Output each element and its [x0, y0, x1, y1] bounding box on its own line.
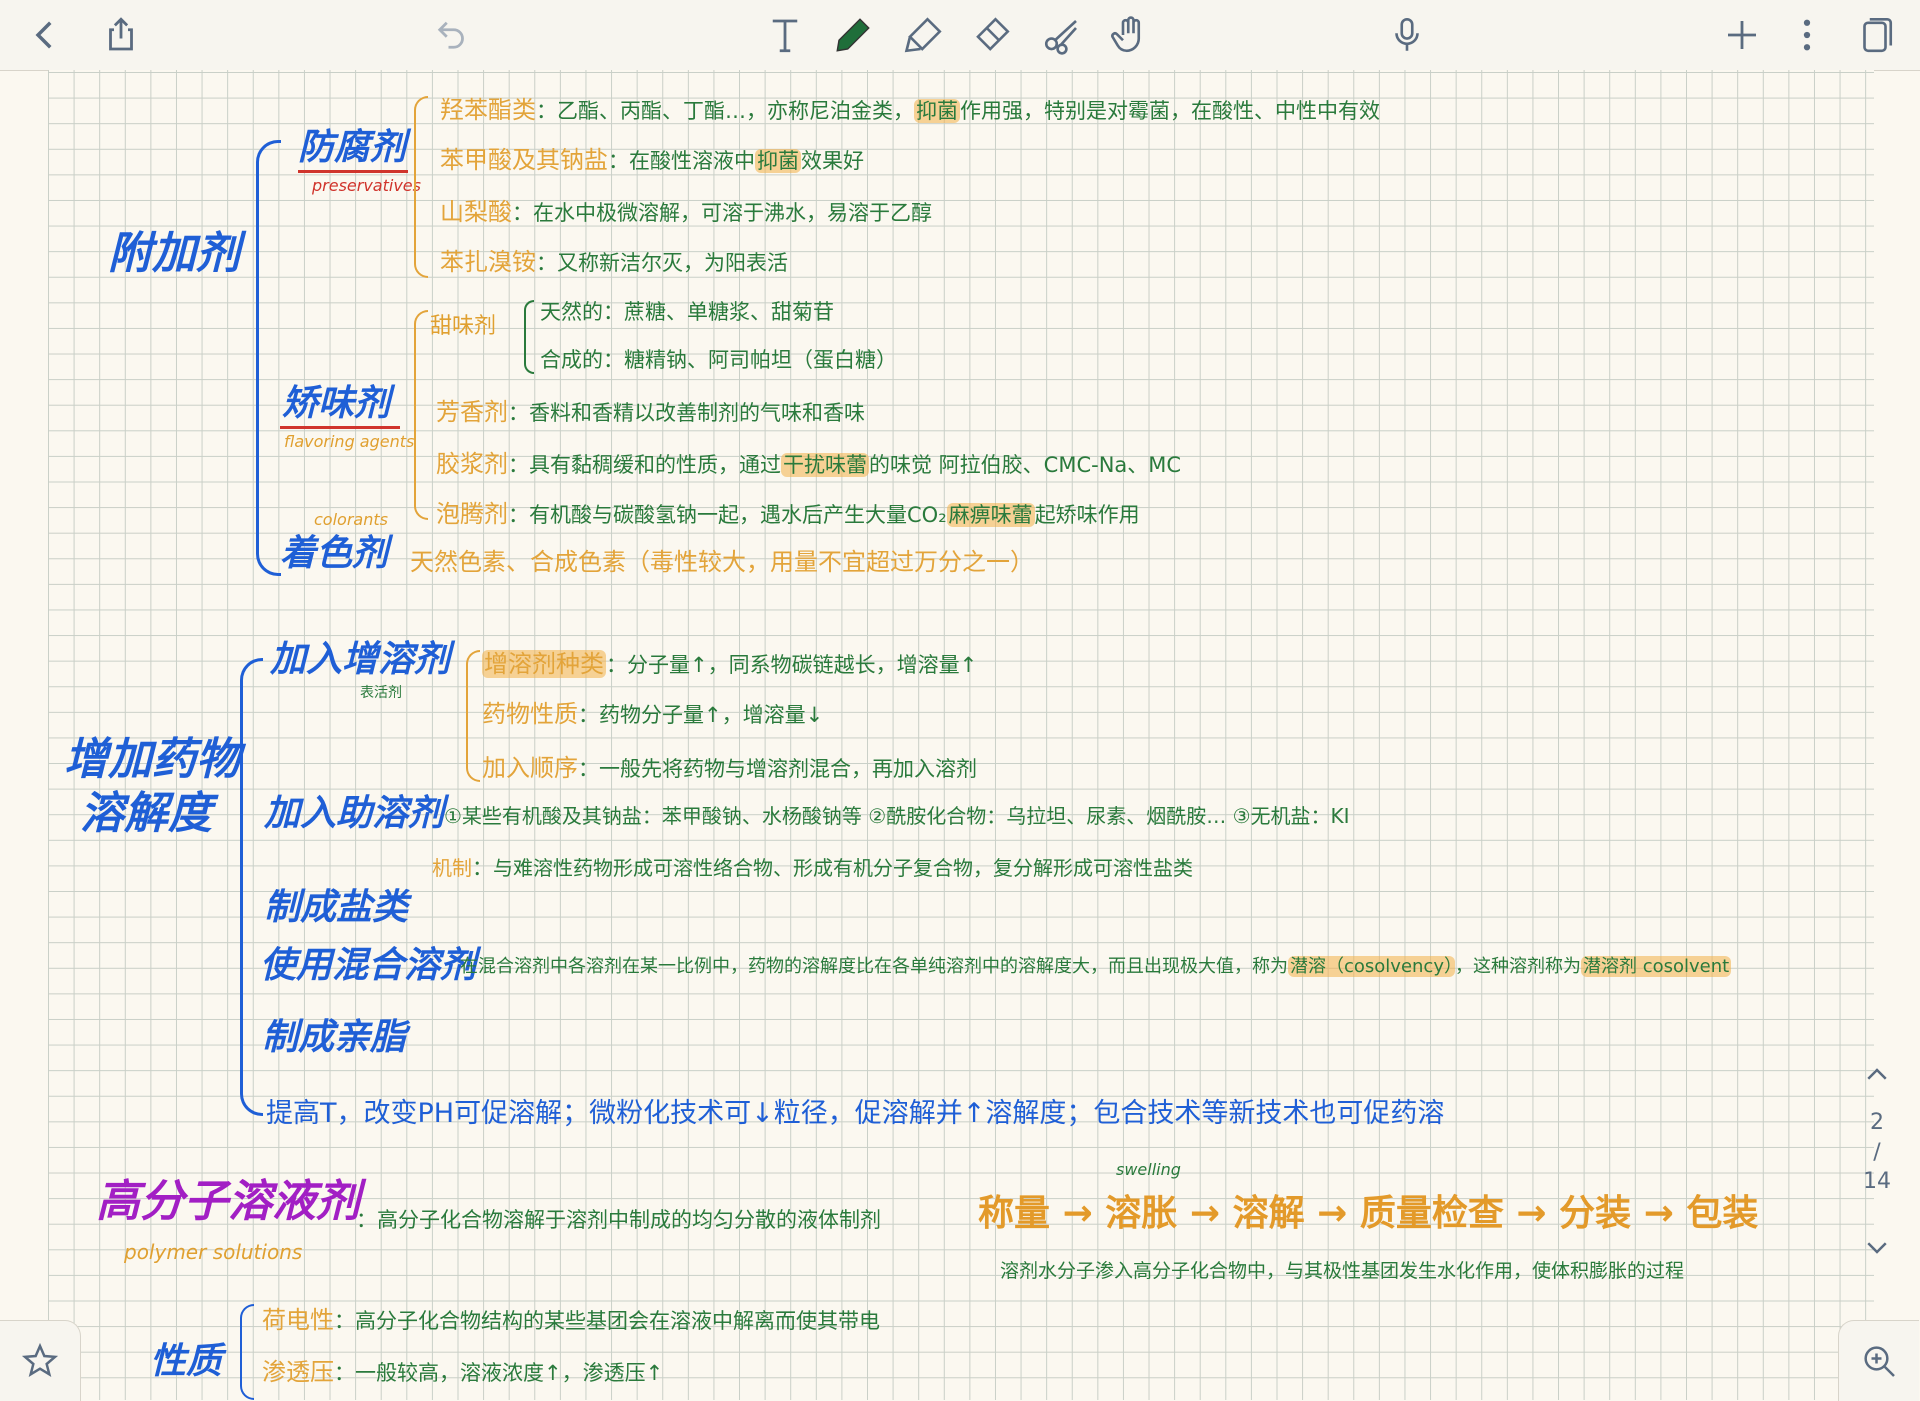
ester-title: 制成亲脂	[262, 1017, 407, 1058]
flow-arrow: →	[1643, 1193, 1674, 1234]
swelling-label: swelling	[1116, 1160, 1181, 1179]
flow-step: 溶解	[1232, 1193, 1305, 1234]
flavoring-brace	[414, 310, 428, 520]
microphone-icon[interactable]	[1380, 8, 1434, 62]
property-item-2: 渗透压：一般较高，溶液浓度↑，渗透压↑	[262, 1358, 664, 1386]
swelling-note: 溶剂水分子渗入高分子化合物中，与其极性基团发生水化作用，使体积膨胀的过程	[1000, 1260, 1685, 1282]
preservative-item-2: 苯甲酸及其钠盐：在酸性溶液中抑菌效果好	[440, 146, 864, 174]
solubilizer-brace	[466, 650, 480, 782]
page-down-icon[interactable]	[1862, 1232, 1892, 1262]
page-current: 2	[1870, 1110, 1884, 1135]
property-item-1: 荷电性：高分子化合物结构的某些基团会在溶液中解离而使其带电	[262, 1306, 880, 1334]
page-up-icon[interactable]	[1862, 1060, 1892, 1090]
flavoring-item-3: 泡腾剂：有机酸与碳酸氢钠一起，遇水后产生大量CO₂麻痹味蕾起矫味作用	[436, 500, 1140, 528]
sweetener-synthetic: 合成的：糖精钠、阿司帕坦（蛋白糖）	[540, 348, 897, 372]
cosolubilizer-mechanism: 机制：与难溶性药物形成可溶性络合物、形成有机分子复合物，复分解形成可溶性盐类	[432, 856, 1193, 880]
solubility-title-1: 增加药物	[64, 734, 240, 785]
add-icon[interactable]	[1715, 8, 1769, 62]
sweetener-brace	[524, 300, 534, 374]
zoom-in-icon	[1864, 1346, 1895, 1377]
colorants-en: colorants	[314, 510, 388, 529]
solubility-title-2: 溶解度	[80, 788, 212, 839]
back-icon[interactable]	[18, 8, 72, 62]
top-toolbar	[0, 0, 1920, 71]
colorants-title: 着色剂	[280, 533, 389, 574]
sweetener-natural: 天然的：蔗糖、单糖浆、甜菊苷	[540, 300, 834, 324]
polymer-definition: ：高分子化合物溶解于溶剂中制成的均匀分散的液体制剂	[356, 1208, 881, 1232]
mixed-solvent-text: 在混合溶剂中各溶剂在某一比例中，药物的溶解度比在各单纯溶剂中的溶解度大，而且出现…	[460, 956, 1732, 977]
preservative-item-4: 苯扎溴铵：又称新洁尔灭，为阳表活	[440, 248, 788, 276]
flavoring-underline	[280, 426, 400, 429]
eraser-icon[interactable]	[965, 8, 1019, 62]
pages-icon[interactable]	[1848, 8, 1902, 62]
text-tool-icon[interactable]	[758, 8, 812, 62]
preservatives-en: preservatives	[312, 176, 421, 195]
preservatives-brace	[414, 96, 428, 278]
additives-title: 附加剂	[108, 228, 240, 279]
additives-brace	[256, 140, 281, 576]
process-flow: 称量 → 溶胀 → 溶解 → 质量检查 → 分装 → 包装	[978, 1196, 1758, 1232]
solubility-footer: 提高T，改变PH可促溶解；微粉化技术可↓粒径，促溶解并↑溶解度；包合技术等新技术…	[266, 1098, 1445, 1129]
flow-arrow: →	[1317, 1193, 1348, 1234]
solubilizer-item-3: 加入顺序：一般先将药物与增溶剂混合，再加入溶剂	[482, 754, 977, 782]
mixed-solvent-title: 使用混合溶剂	[260, 945, 477, 986]
colorants-text: 天然色素、合成色素（毒性较大，用量不宜超过万分之一）	[410, 548, 1034, 576]
flavoring-title: 矫味剂	[282, 383, 391, 424]
flow-step: 称量	[978, 1193, 1051, 1234]
solubilizer-sub: 表活剂	[360, 685, 402, 701]
page-total: 14	[1863, 1169, 1891, 1195]
highlighter-icon[interactable]	[897, 8, 951, 62]
flow-step: 溶胀	[1105, 1193, 1178, 1234]
more-icon[interactable]	[1780, 8, 1834, 62]
cosolubilizer-text: ①某些有机酸及其钠盐：苯甲酸钠、水杨酸钠等 ②酰胺化合物：乌拉坦、尿素、烟酰胺……	[444, 804, 1350, 828]
share-icon[interactable]	[94, 8, 148, 62]
solubility-brace	[240, 658, 263, 1116]
star-icon	[21, 1342, 59, 1377]
polymer-en: polymer solutions	[124, 1240, 303, 1264]
undo-icon[interactable]	[425, 8, 479, 62]
flavoring-en: flavoring agents	[284, 432, 415, 451]
preservative-item-1: 羟苯酯类：乙酯、丙酯、丁酯…，亦称尼泊金类，抑菌作用强，特别是对霉菌，在酸性、中…	[440, 96, 1380, 124]
flavoring-item-1: 芳香剂：香料和香精以改善制剂的气味和香味	[436, 398, 865, 426]
polymer-title: 高分子溶液剂	[96, 1176, 360, 1227]
favorite-button[interactable]	[0, 1320, 81, 1401]
properties-title: 性质	[150, 1341, 223, 1382]
properties-brace	[240, 1304, 254, 1400]
hand-icon[interactable]	[1103, 8, 1157, 62]
flavoring-item-2: 胶浆剂：具有黏稠缓和的性质，通过干扰味蕾的味觉 阿拉伯胶、CMC-Na、MC	[436, 450, 1182, 478]
flow-step: 包装	[1686, 1193, 1759, 1234]
flow-step: 质量检查	[1359, 1193, 1504, 1234]
flow-arrow: →	[1189, 1193, 1221, 1234]
preservatives-title: 防腐剂	[298, 127, 407, 168]
preservative-item-3: 山梨酸：在水中极微溶解，可溶于沸水，易溶于乙醇	[440, 198, 932, 226]
flow-step: 分装	[1559, 1193, 1632, 1234]
page-indicator: 2 / 14	[1862, 1108, 1892, 1197]
cosolubilizer-title: 加入助溶剂	[264, 793, 445, 834]
preservatives-underline	[298, 170, 408, 173]
page-separator: /	[1873, 1139, 1881, 1165]
pen-tool-icon[interactable]	[826, 8, 880, 62]
solubilizer-item-1: 增溶剂种类：分子量↑，同系物碳链越长，增溶量↑	[482, 650, 978, 678]
flow-arrow: →	[1062, 1193, 1093, 1234]
solubilizer-title: 加入增溶剂	[270, 639, 451, 680]
salt-title: 制成盐类	[264, 887, 409, 928]
sweetener-label: 甜味剂	[430, 314, 497, 339]
flow-arrow: →	[1516, 1193, 1547, 1234]
zoom-button[interactable]	[1838, 1320, 1919, 1401]
solubilizer-item-2: 药物性质：药物分子量↑，增溶量↓	[482, 700, 824, 728]
lasso-icon[interactable]	[1035, 8, 1089, 62]
